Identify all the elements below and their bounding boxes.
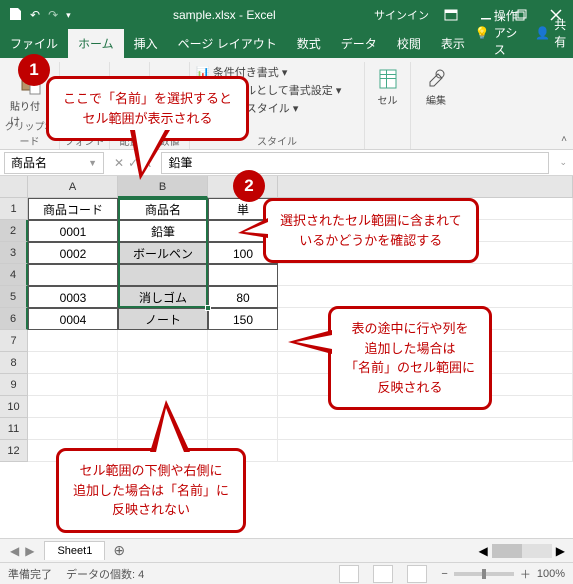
row-7[interactable]: 7 <box>0 330 28 352</box>
view-normal-icon[interactable] <box>339 565 359 583</box>
status-count: データの個数: 4 <box>66 566 144 582</box>
cell-A6[interactable]: 0004 <box>28 308 118 330</box>
ribbon-tabs: ファイル ホーム 挿入 ページ レイアウト 数式 データ 校閲 表示 💡 操作ア… <box>0 30 573 58</box>
row-4[interactable]: 4 <box>0 264 28 286</box>
zoom-slider[interactable] <box>454 572 514 576</box>
cell-B5[interactable]: 消しゴム <box>118 286 208 308</box>
hscroll-left-icon[interactable]: ◀ <box>479 544 488 558</box>
row-10[interactable]: 10 <box>0 396 28 418</box>
row-5[interactable]: 5 <box>0 286 28 308</box>
badge-2: 2 <box>233 170 265 202</box>
cell-C4[interactable] <box>208 264 278 286</box>
cell-A1[interactable]: 商品コード <box>28 198 118 220</box>
sheet-tabs: ◀ ▶ Sheet1 ⊕ ◀ ▶ <box>0 538 573 562</box>
redo-icon[interactable]: ↷ <box>48 8 58 22</box>
formula-bar: 商品名▼ ✕ ✓ fx 鉛筆 ⌄ <box>0 150 573 176</box>
cell-A3[interactable]: 0002 <box>28 242 118 264</box>
tab-layout[interactable]: ページ レイアウト <box>168 29 287 58</box>
formula-input[interactable]: 鉛筆 <box>161 152 549 174</box>
zoom-out-icon[interactable]: − <box>441 568 447 580</box>
view-pagelayout-icon[interactable] <box>373 565 393 583</box>
ribbon-opts-icon[interactable] <box>433 0 468 30</box>
cells-button[interactable]: セル <box>374 64 402 111</box>
status-bar: 準備完了 データの個数: 4 − ＋ 100% <box>0 562 573 584</box>
hscrollbar[interactable] <box>492 544 552 558</box>
row-6[interactable]: 6 <box>0 308 28 330</box>
sheet-next-icon[interactable]: ▶ <box>25 544 34 558</box>
tab-insert[interactable]: 挿入 <box>124 29 168 58</box>
new-sheet-icon[interactable]: ⊕ <box>105 542 133 559</box>
expand-formula-icon[interactable]: ⌄ <box>553 157 573 168</box>
select-all-triangle[interactable] <box>0 176 28 198</box>
tab-view[interactable]: 表示 <box>431 29 475 58</box>
cell-A2[interactable]: 0001 <box>28 220 118 242</box>
tab-home[interactable]: ホーム <box>68 29 124 58</box>
user-icon: 👤 <box>535 26 550 40</box>
lightbulb-icon: 💡 <box>475 26 490 40</box>
row-2[interactable]: 2 <box>0 220 28 242</box>
share-button[interactable]: 共有 <box>554 16 567 50</box>
cell-B3[interactable]: ボールペン <box>118 242 208 264</box>
name-box[interactable]: 商品名▼ <box>4 152 104 174</box>
cell-A5[interactable]: 0003 <box>28 286 118 308</box>
chevron-down-icon[interactable]: ▼ <box>88 158 97 168</box>
zoom-level[interactable]: 100% <box>537 568 565 580</box>
cell-A4[interactable] <box>28 264 118 286</box>
callout-4: セル範囲の下側や右側に 追加した場合は「名前」に 反映されない <box>56 448 246 533</box>
row-11[interactable]: 11 <box>0 418 28 440</box>
edit-button[interactable]: 編集 <box>422 64 450 111</box>
qat-dropdown-icon[interactable]: ▾ <box>66 10 71 21</box>
cell-B2[interactable]: 鉛筆 <box>118 220 208 242</box>
tell-me[interactable]: 操作アシス <box>494 7 526 58</box>
save-icon[interactable] <box>8 7 22 24</box>
col-A[interactable]: A <box>28 176 118 198</box>
window-title: sample.xlsx - Excel <box>79 8 370 22</box>
cell-B4[interactable] <box>118 264 208 286</box>
callout-3: 表の途中に行や列を 追加した場合は 「名前」のセル範囲に 反映される <box>328 306 492 410</box>
undo-icon[interactable]: ↶ <box>30 8 40 22</box>
col-rest[interactable] <box>278 176 573 198</box>
zoom-in-icon[interactable]: ＋ <box>520 566 531 582</box>
fill-handle[interactable] <box>205 305 211 311</box>
callout-2: 選択されたセル範囲に含まれて いるかどうかを確認する <box>263 198 479 263</box>
hscroll-right-icon[interactable]: ▶ <box>556 544 565 558</box>
collapse-ribbon-icon[interactable]: ˄ <box>561 134 567 145</box>
badge-1: 1 <box>18 54 50 86</box>
status-ready: 準備完了 <box>8 566 52 582</box>
tab-formula[interactable]: 数式 <box>287 29 331 58</box>
cancel-icon[interactable]: ✕ <box>114 156 124 170</box>
cell-B1[interactable]: 商品名 <box>118 198 208 220</box>
sheet-prev-icon[interactable]: ◀ <box>10 544 19 558</box>
sheet-tab-1[interactable]: Sheet1 <box>44 541 105 560</box>
cell-C5[interactable]: 80 <box>208 286 278 308</box>
row-8[interactable]: 8 <box>0 352 28 374</box>
row-3[interactable]: 3 <box>0 242 28 264</box>
row-12[interactable]: 12 <box>0 440 28 462</box>
row-1[interactable]: 1 <box>0 198 28 220</box>
signin-label[interactable]: サインイン <box>370 7 433 23</box>
view-pagebreak-icon[interactable] <box>407 565 427 583</box>
cell-B6[interactable]: ノート <box>118 308 208 330</box>
row-9[interactable]: 9 <box>0 374 28 396</box>
cell-C6[interactable]: 150 <box>208 308 278 330</box>
tab-review[interactable]: 校閲 <box>387 29 431 58</box>
tab-data[interactable]: データ <box>331 29 387 58</box>
